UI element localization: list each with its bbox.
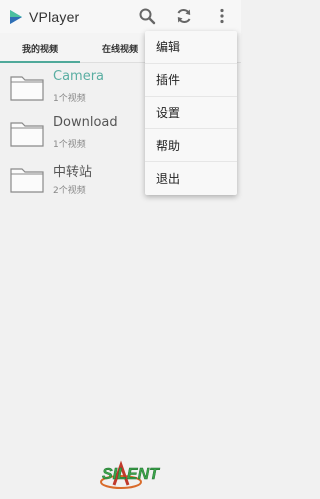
silent-watermark-logo: SILENT — [100, 460, 160, 489]
menu-item-help[interactable]: 帮助 — [145, 129, 237, 163]
watermark-text: SILENT — [102, 466, 160, 483]
folder-name: Camera — [53, 69, 105, 84]
folder-icon — [10, 168, 44, 193]
overflow-menu: 编辑 插件 设置 帮助 退出 — [145, 31, 237, 195]
folder-video-count: 1个视频 — [53, 140, 86, 150]
folder-icon — [10, 122, 44, 147]
menu-item-edit[interactable]: 编辑 — [145, 31, 237, 64]
folder-icon — [10, 76, 44, 101]
tab-my-videos[interactable]: 我的视频 — [0, 33, 80, 63]
vplayer-logo-icon — [10, 9, 22, 24]
folder-name: 中转站 — [53, 165, 93, 180]
app-title: VPlayer — [29, 8, 80, 25]
menu-item-settings[interactable]: 设置 — [145, 97, 237, 130]
menu-item-exit[interactable]: 退出 — [145, 162, 237, 195]
folder-video-count: 1个视频 — [53, 94, 86, 104]
folder-name: Download — [53, 115, 118, 130]
menu-item-plugins[interactable]: 插件 — [145, 64, 237, 97]
more-vertical-icon[interactable] — [213, 7, 231, 25]
folder-video-count: 2个视频 — [53, 186, 86, 196]
search-icon[interactable] — [138, 7, 156, 25]
tab-indicator — [0, 61, 80, 63]
refresh-icon[interactable] — [175, 7, 193, 25]
app-bar: VPlayer — [0, 0, 241, 33]
